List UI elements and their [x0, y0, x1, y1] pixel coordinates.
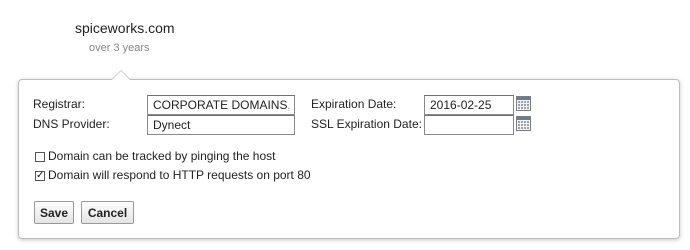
save-button[interactable]: Save [34, 201, 74, 224]
dns-provider-label: DNS Provider: [33, 117, 110, 131]
ssl-expiration-date-input[interactable] [424, 115, 514, 135]
domain-edit-panel: Registrar: DNS Provider: Expiration Date… [18, 79, 680, 239]
calendar-icon[interactable] [516, 96, 531, 111]
domain-title: spiceworks.com [75, 20, 175, 36]
track-ping-label: Domain can be tracked by pinging the hos… [48, 149, 276, 163]
http-port-80-checkbox[interactable]: ✓ [35, 171, 45, 181]
cancel-button[interactable]: Cancel [81, 201, 134, 224]
domain-age: over 3 years [89, 42, 150, 54]
calendar-icon[interactable] [516, 116, 531, 131]
dns-provider-input[interactable] [147, 115, 295, 135]
registrar-label: Registrar: [33, 97, 86, 111]
expiration-date-input[interactable] [424, 95, 514, 115]
http-port-80-label: Domain will respond to HTTP requests on … [48, 168, 311, 182]
registrar-input[interactable] [147, 95, 295, 115]
expiration-date-label: Expiration Date: [311, 97, 397, 111]
popover-arrow-fill [112, 71, 130, 80]
track-ping-checkbox[interactable] [35, 152, 45, 162]
ssl-expiration-date-label: SSL Expiration Date: [311, 117, 422, 131]
